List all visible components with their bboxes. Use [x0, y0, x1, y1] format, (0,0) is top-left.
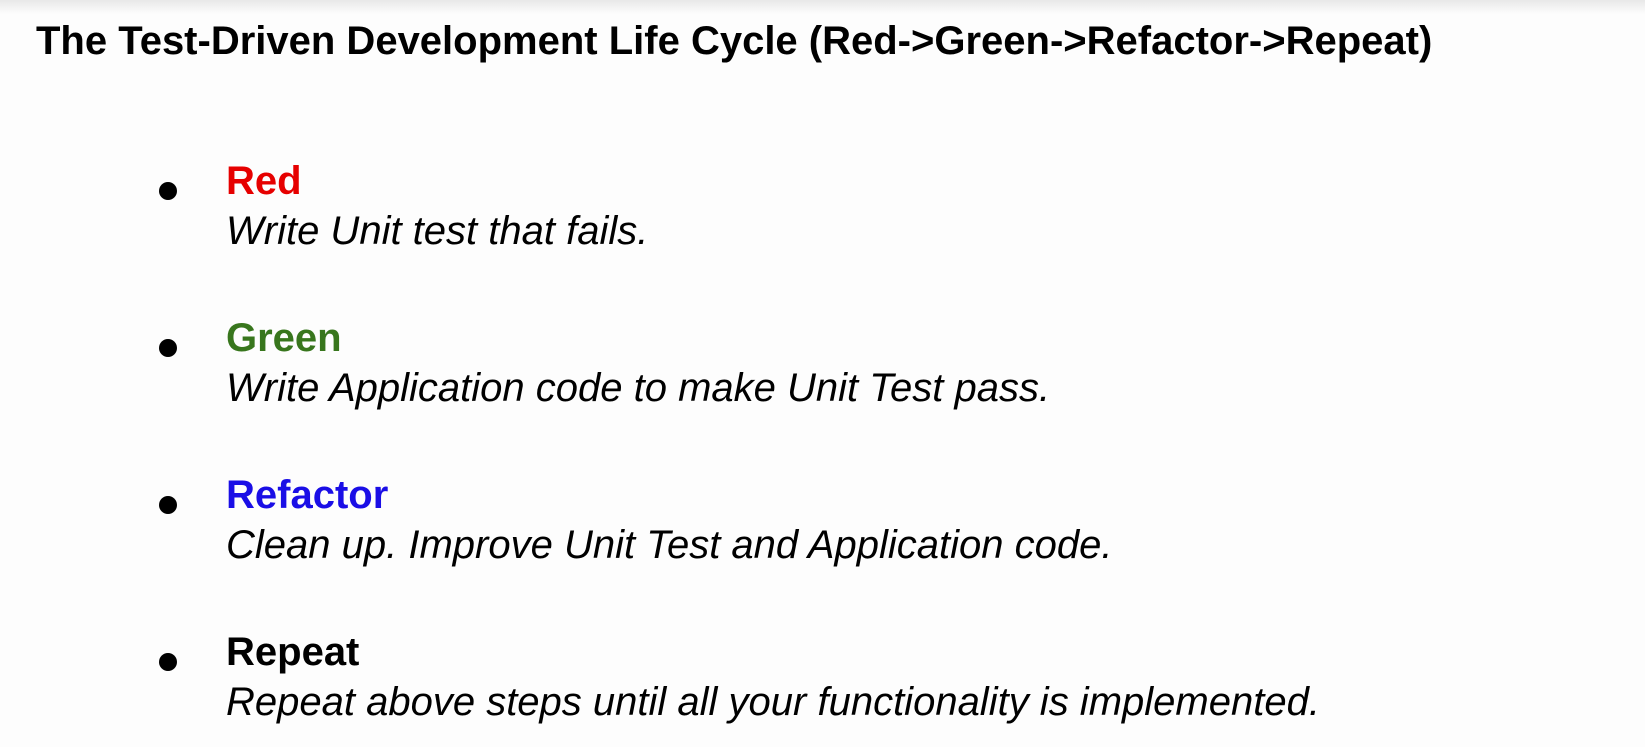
window-top-shadow — [0, 0, 1645, 14]
step-item-repeat: Repeat Repeat above steps until all your… — [0, 628, 1600, 738]
step-description-red: Write Unit test that fails. — [226, 209, 649, 253]
bullet-icon — [159, 496, 177, 514]
step-item-red: Red Write Unit test that fails. — [0, 157, 1600, 267]
step-item-refactor: Refactor Clean up. Improve Unit Test and… — [0, 471, 1600, 581]
step-heading-green: Green — [226, 316, 342, 360]
step-item-green: Green Write Application code to make Uni… — [0, 314, 1600, 424]
step-heading-red: Red — [226, 159, 302, 203]
bullet-icon — [159, 182, 177, 200]
step-description-green: Write Application code to make Unit Test… — [226, 366, 1051, 410]
step-description-repeat: Repeat above steps until all your functi… — [226, 680, 1320, 724]
slide-title: The Test-Driven Development Life Cycle (… — [36, 19, 1433, 63]
bullet-icon — [159, 653, 177, 671]
bullet-icon — [159, 339, 177, 357]
step-heading-refactor: Refactor — [226, 473, 389, 517]
step-description-refactor: Clean up. Improve Unit Test and Applicat… — [226, 523, 1113, 567]
step-heading-repeat: Repeat — [226, 630, 360, 674]
